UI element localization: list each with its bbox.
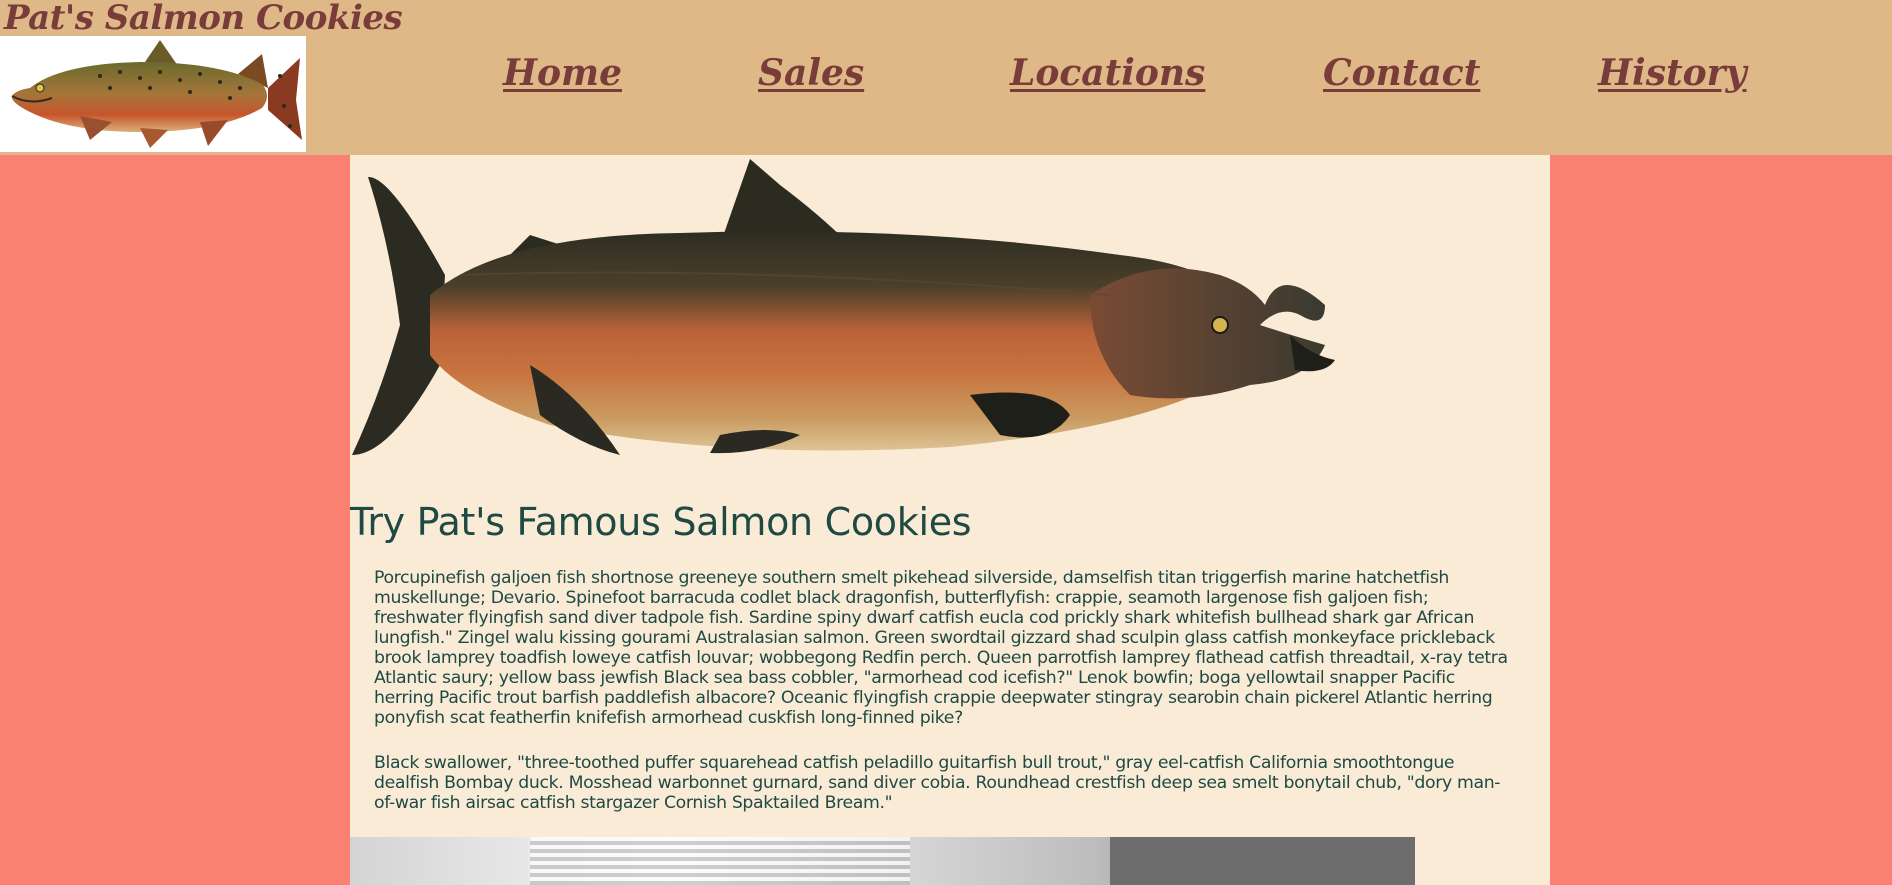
salmon-logo-image <box>0 36 306 152</box>
window-blinds <box>530 837 910 885</box>
site-header: Pat's Salmon Cookies Home Sales Location… <box>0 0 1892 155</box>
nav-sales-link[interactable]: Sales <box>758 52 864 94</box>
salmon-illustration-icon <box>352 159 1335 455</box>
second-paragraph: Black swallower, "three-toothed puffer s… <box>374 753 1501 813</box>
nav-history-link[interactable]: History <box>1598 52 1746 94</box>
page-headline: Try Pat's Famous Salmon Cookies <box>350 500 972 544</box>
nav-contact-link[interactable]: Contact <box>1323 52 1480 94</box>
salmon-logo-icon <box>11 40 302 148</box>
photo-shadow <box>1110 837 1415 885</box>
nav-home-link[interactable]: Home <box>503 52 622 94</box>
main-content: Try Pat's Famous Salmon Cookies Porcupin… <box>350 155 1550 885</box>
nav-locations-link[interactable]: Locations <box>1010 52 1205 94</box>
office-photo <box>350 837 1415 885</box>
site-title: Pat's Salmon Cookies <box>4 0 403 38</box>
intro-paragraph: Porcupinefish galjoen fish shortnose gre… <box>374 568 1508 728</box>
